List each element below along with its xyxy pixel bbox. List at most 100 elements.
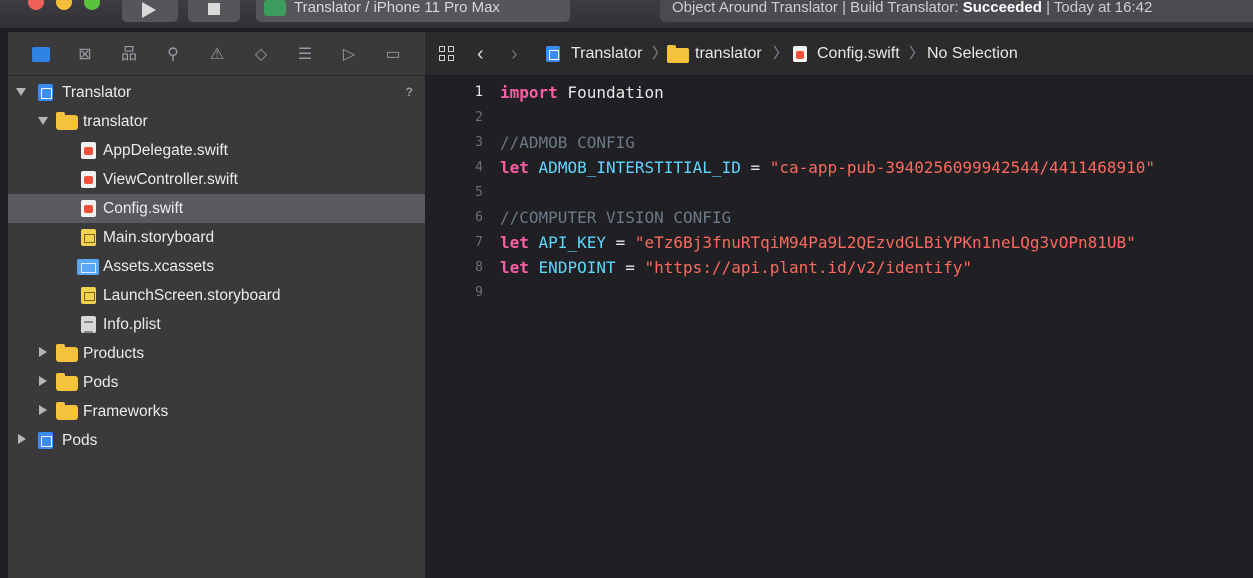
tree-item-assets[interactable]: Assets.xcassets: [8, 252, 425, 281]
swift-file-icon: [81, 171, 96, 188]
line-number: 6: [475, 210, 483, 225]
breakpoint-navigator-icon[interactable]: ▷: [338, 44, 360, 66]
forward-chevron-icon[interactable]: ›: [511, 32, 518, 76]
zoom-window-button[interactable]: [84, 0, 100, 10]
stop-button[interactable]: [188, 0, 240, 22]
navigator-panel: ⊠ 品 ⚲ ⚠ ◇ ☰ ▷ ▭ Translator ? translator …: [8, 32, 425, 578]
line-number: 1: [474, 84, 483, 100]
folder-icon: [56, 402, 78, 420]
tree-item-appdelegate[interactable]: AppDelegate.swift: [8, 136, 425, 165]
code-line-text: //ADMOB CONFIG: [500, 130, 635, 155]
issue-navigator-icon[interactable]: ⚠: [206, 44, 228, 66]
run-button[interactable]: [122, 0, 178, 22]
symbol-navigator-icon[interactable]: 品: [118, 44, 140, 66]
tree-item-pods-project[interactable]: Pods: [8, 426, 425, 455]
code-token: Foundation: [557, 83, 664, 102]
tree-item-label: Translator: [62, 84, 132, 101]
play-icon: [142, 2, 156, 18]
code-line[interactable]: 8 let ENDPOINT = "https://api.plant.id/v2…: [425, 255, 1253, 280]
breadcrumb-file[interactable]: Config.swift: [817, 32, 900, 76]
code-line[interactable]: 3 //ADMOB CONFIG: [425, 130, 1253, 155]
tree-item-viewcontroller[interactable]: ViewController.swift: [8, 165, 425, 194]
tree-item-label: Frameworks: [83, 403, 169, 420]
swift-file-icon: [81, 200, 96, 217]
activity-viewer: Object Around Translator | Build Transla…: [660, 0, 1253, 22]
minimize-window-button[interactable]: [56, 0, 72, 10]
debug-navigator-icon[interactable]: ☰: [294, 44, 316, 66]
folder-icon: [56, 112, 78, 130]
tree-item-label: translator: [83, 113, 148, 130]
disclosure-closed-icon[interactable]: [39, 405, 47, 415]
code-token: //ADMOB CONFIG: [500, 133, 635, 152]
breadcrumb-group[interactable]: translator: [695, 32, 762, 76]
code-token: let: [500, 158, 529, 177]
line-number: 3: [475, 135, 483, 150]
breadcrumb-separator-icon: 〉: [909, 45, 925, 62]
line-number: 4: [475, 160, 483, 175]
source-editor: ‹ › Translator 〉 translator 〉 Config.swi…: [425, 32, 1253, 578]
code-line[interactable]: 2: [425, 105, 1253, 130]
report-navigator-icon[interactable]: ▭: [382, 44, 404, 66]
code-line[interactable]: 5: [425, 180, 1253, 205]
line-number: 2: [475, 110, 483, 125]
project-icon: [38, 432, 53, 449]
code-line[interactable]: 1 import Foundation: [425, 80, 1253, 105]
code-token: let: [500, 258, 529, 277]
code-line[interactable]: 4 let ADMOB_INTERSTITIAL_ID = "ca-app-pub…: [425, 155, 1253, 180]
tree-item-label: Info.plist: [103, 316, 161, 333]
code-line[interactable]: 9: [425, 280, 1253, 305]
test-navigator-icon[interactable]: ◇: [250, 44, 272, 66]
navigator-selector-bar: ⊠ 品 ⚲ ⚠ ◇ ☰ ▷ ▭: [8, 32, 425, 76]
tree-item-launchscreen[interactable]: LaunchScreen.storyboard: [8, 281, 425, 310]
code-token: let: [500, 233, 529, 252]
source-control-navigator-icon[interactable]: ⊠: [74, 44, 96, 66]
project-icon: [546, 46, 560, 62]
tree-item-frameworks[interactable]: Frameworks: [8, 397, 425, 426]
tree-item-info-plist[interactable]: Info.plist: [8, 310, 425, 339]
plist-file-icon: [81, 316, 96, 333]
tree-item-label: AppDelegate.swift: [103, 142, 228, 159]
jump-bar: ‹ › Translator 〉 translator 〉 Config.swi…: [425, 32, 1253, 76]
tree-item-config-selected[interactable]: Config.swift: [8, 194, 425, 223]
tree-item-label: Products: [83, 345, 145, 362]
related-items-icon[interactable]: [439, 46, 455, 62]
find-navigator-icon[interactable]: ⚲: [162, 44, 184, 66]
code-line[interactable]: 7 let API_KEY = "eTz6Bj3fnuRTqiM94Pa9L2QE…: [425, 230, 1253, 255]
tree-item-pods-group[interactable]: Pods: [8, 368, 425, 397]
swift-file-icon: [81, 142, 96, 159]
breadcrumb-project[interactable]: Translator: [571, 32, 642, 76]
breadcrumb-separator-icon: 〉: [773, 45, 789, 62]
tree-item-translator-project[interactable]: Translator ?: [8, 78, 425, 107]
code-token: "eTz6Bj3fnuRTqiM94Pa9L2QEzvdGLBiYPKn1neL…: [634, 233, 1136, 252]
breadcrumb-selection[interactable]: No Selection: [927, 32, 1018, 76]
tree-item-translator-group[interactable]: translator: [8, 107, 425, 136]
code-token: "https://api.plant.id/v2/identify": [644, 258, 973, 277]
window-toolbar: Translator / iPhone 11 Pro Max Object Ar…: [0, 0, 1253, 28]
disclosure-closed-icon[interactable]: [39, 347, 47, 357]
activity-prefix: Object Around Translator | Build Transla…: [672, 0, 963, 16]
code-token: ENDPOINT: [538, 258, 616, 277]
code-token: =: [740, 158, 770, 177]
tree-item-products[interactable]: Products: [8, 339, 425, 368]
tree-item-label: LaunchScreen.storyboard: [103, 287, 281, 304]
folder-icon: [56, 373, 78, 391]
tree-item-label: Pods: [62, 432, 98, 449]
code-token: =: [615, 258, 645, 277]
scheme-selector[interactable]: Translator / iPhone 11 Pro Max: [256, 0, 570, 22]
disclosure-closed-icon[interactable]: [18, 434, 26, 444]
line-number: 8: [475, 260, 483, 275]
disclosure-open-icon[interactable]: [16, 88, 26, 96]
code-line-text: let API_KEY = "eTz6Bj3fnuRTqiM94Pa9L2QEz…: [500, 230, 1136, 255]
tree-item-main-storyboard[interactable]: Main.storyboard: [8, 223, 425, 252]
project-icon: [38, 84, 53, 101]
disclosure-open-icon[interactable]: [38, 117, 48, 125]
code-line[interactable]: 6 //COMPUTER VISION CONFIG: [425, 205, 1253, 230]
project-navigator-icon[interactable]: [30, 44, 52, 66]
close-window-button[interactable]: [28, 0, 44, 10]
activity-time: | Today at 16:42: [1041, 0, 1153, 16]
tree-item-label: Pods: [83, 374, 119, 391]
back-chevron-icon[interactable]: ‹: [477, 32, 484, 76]
disclosure-closed-icon[interactable]: [39, 376, 47, 386]
